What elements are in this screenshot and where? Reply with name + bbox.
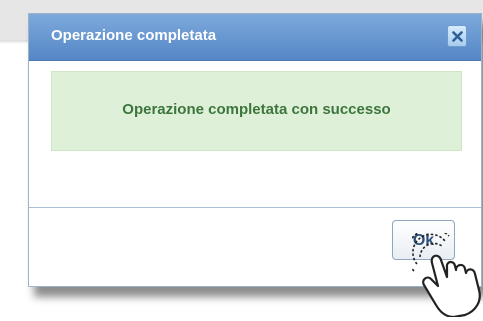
dialog-titlebar: Operazione completata [29,14,481,61]
close-icon [452,31,463,42]
hand-pointer-icon [412,233,481,317]
close-button[interactable] [447,25,467,47]
success-message: Operazione completata con successo [122,101,391,118]
footer-divider [29,207,481,208]
dialog-title: Operazione completata [51,27,217,44]
screen: Operazione completata Operazione complet… [0,0,483,321]
success-alert: Operazione completata con successo [51,71,462,151]
